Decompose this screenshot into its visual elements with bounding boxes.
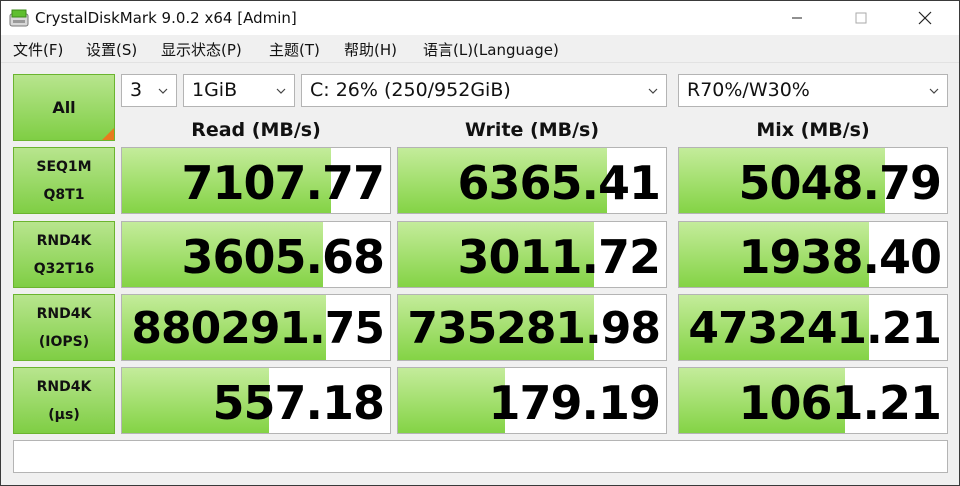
result-value: 179.19 [488,376,661,430]
result-cell-read: 557.18 [121,367,391,434]
app-window: CrystalDiskMark 9.0.2 x64 [Admin] 文件(F) … [0,0,960,486]
result-cell-write: 6365.41 [397,147,667,214]
result-cell-write: 3011.72 [397,221,667,288]
drive-value: C: 26% (250/952GiB) [310,79,511,101]
test-size-value: 1GiB [192,79,238,101]
all-button-label: All [52,98,76,117]
window-title: CrystalDiskMark 9.0.2 x64 [Admin] [35,9,297,27]
result-cell-mix: 1938.40 [678,221,948,288]
result-value: 880291.75 [131,303,385,354]
test-rnd4k-latency-button[interactable]: RND4K (μs) [13,367,115,434]
minimize-icon [792,17,802,19]
result-value: 735281.98 [407,303,661,354]
result-value: 7107.77 [181,156,385,210]
row-label-line2: Q32T16 [33,260,95,277]
all-button[interactable]: All [13,74,115,141]
mix-column-header: Mix (MB/s) [756,119,870,141]
maximize-button[interactable] [835,1,887,35]
result-value: 1061.21 [738,376,942,430]
comment-field[interactable] [13,440,948,473]
mix-ratio-value: R70%/W30% [687,79,810,101]
menu-file[interactable]: 文件(F) [13,39,63,60]
close-button[interactable] [899,1,951,35]
result-value: 3605.68 [181,230,385,284]
chevron-down-icon [929,88,939,94]
row-label-line2: (IOPS) [38,333,90,350]
result-value: 6365.41 [457,156,661,210]
row-label-line1: RND4K [36,305,92,322]
drive-select[interactable]: C: 26% (250/952GiB) [301,74,667,107]
test-rnd4k-iops-button[interactable]: RND4K (IOPS) [13,294,115,361]
row-label-line2: Q8T1 [43,186,85,203]
chevron-down-icon [648,88,658,94]
menu-display-status[interactable]: 显示状态(P) [161,39,242,60]
result-cell-mix: 473241.21 [678,294,948,361]
menu-settings[interactable]: 设置(S) [86,39,137,60]
test-count-value: 3 [130,79,143,101]
test-rnd4k-q32t16-button[interactable]: RND4K Q32T16 [13,221,115,288]
write-column-header: Write (MB/s) [464,119,600,141]
result-value: 3011.72 [457,230,661,284]
menu-theme[interactable]: 主题(T) [269,39,320,60]
menu-help[interactable]: 帮助(H) [344,39,397,60]
menu-bar: 文件(F) 设置(S) 显示状态(P) 主题(T) 帮助(H) 语言(L)(La… [1,35,959,63]
row-label-line2: (μs) [48,406,80,423]
row-label-line1: RND4K [36,378,92,395]
menu-language[interactable]: 语言(L)(Language) [423,39,559,60]
maximize-icon [855,12,867,24]
result-cell-read: 3605.68 [121,221,391,288]
corner-marker [102,128,114,140]
minimize-button[interactable] [771,1,823,35]
chevron-down-icon [276,88,286,94]
result-cell-write: 179.19 [397,367,667,434]
result-value: 1938.40 [738,230,942,284]
test-count-select[interactable]: 3 [121,74,177,107]
result-value: 473241.21 [688,303,942,354]
result-cell-write: 735281.98 [397,294,667,361]
chevron-down-icon [158,88,168,94]
result-cell-read: 880291.75 [121,294,391,361]
app-disk-icon [9,9,29,27]
result-value: 5048.79 [738,156,942,210]
row-label-line1: SEQ1M [36,158,92,175]
close-icon [918,11,932,25]
result-value: 557.18 [212,376,385,430]
test-seq1m-q8t1-button[interactable]: SEQ1M Q8T1 [13,147,115,214]
test-size-select[interactable]: 1GiB [183,74,295,107]
title-bar[interactable]: CrystalDiskMark 9.0.2 x64 [Admin] [1,1,959,35]
result-cell-mix: 5048.79 [678,147,948,214]
result-cell-mix: 1061.21 [678,367,948,434]
row-label-line1: RND4K [36,232,92,249]
result-cell-read: 7107.77 [121,147,391,214]
mix-ratio-select[interactable]: R70%/W30% [678,74,948,107]
read-column-header: Read (MB/s) [191,119,321,141]
